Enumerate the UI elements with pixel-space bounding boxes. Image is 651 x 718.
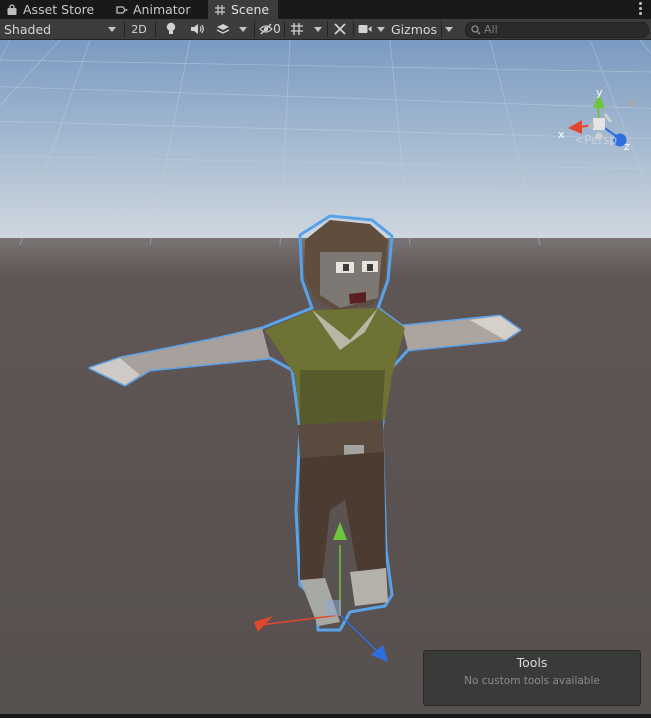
- hidden-count: 0: [273, 22, 281, 36]
- animator-icon: [116, 5, 128, 14]
- scene-grid-icon: [215, 4, 225, 15]
- speaker-icon: [191, 24, 204, 34]
- lighting-toggle[interactable]: [160, 19, 182, 39]
- effects-dropdown[interactable]: [211, 19, 251, 39]
- chevron-down-icon: [314, 26, 322, 32]
- toggle-2d-button[interactable]: 2D: [127, 19, 151, 39]
- layers-icon: [216, 24, 229, 34]
- grid-options-dropdown[interactable]: [310, 19, 326, 39]
- hidden-objects-toggle[interactable]: 0: [257, 19, 283, 39]
- search-field[interactable]: All: [465, 22, 649, 38]
- tools-overlay-panel[interactable]: Tools No custom tools available: [423, 650, 641, 706]
- lock-icon[interactable]: [629, 100, 635, 106]
- editor-tab-bar: Asset Store Animator Scene: [0, 0, 651, 19]
- chevron-left-icon: <: [574, 133, 585, 147]
- tab-animator[interactable]: Animator: [116, 0, 204, 19]
- character-model[interactable]: [0, 40, 651, 718]
- overlay-title: Tools: [516, 655, 548, 670]
- shading-mode-dropdown[interactable]: Shaded: [0, 19, 122, 39]
- more-options-icon[interactable]: [639, 2, 643, 16]
- scene-viewport[interactable]: y x z: [0, 40, 651, 718]
- tools-icon: [334, 23, 346, 35]
- chevron-down-icon: [238, 26, 247, 32]
- grid-toggle[interactable]: [286, 19, 308, 39]
- bottom-border: [0, 714, 651, 718]
- tab-label: Asset Store: [23, 2, 95, 17]
- grid-icon: [291, 23, 303, 35]
- chevron-down-icon: [108, 26, 116, 32]
- tools-toggle[interactable]: [329, 19, 351, 39]
- projection-label: Persp: [584, 133, 618, 147]
- axis-label-x: x: [558, 128, 565, 141]
- camera-dropdown[interactable]: [355, 19, 387, 39]
- tab-label: Animator: [133, 2, 191, 17]
- camera-icon: [358, 25, 371, 33]
- axis-label-y: y: [596, 86, 603, 99]
- shopping-bag-icon: [7, 3, 17, 15]
- chevron-down-icon: [445, 26, 453, 32]
- tab-asset-store[interactable]: Asset Store: [6, 0, 110, 19]
- toggle-2d-label: 2D: [131, 22, 147, 36]
- lightbulb-icon: [166, 22, 176, 34]
- audio-toggle[interactable]: [186, 19, 208, 39]
- axis-label-z: z: [624, 140, 630, 153]
- gizmos-dropdown[interactable]: Gizmos: [389, 19, 457, 39]
- shading-mode-value: Shaded: [4, 21, 52, 37]
- overlay-message: No custom tools available: [464, 675, 600, 687]
- tab-scene[interactable]: Scene: [208, 0, 278, 19]
- projection-toggle[interactable]: <Persp: [574, 133, 617, 147]
- search-placeholder: All: [484, 23, 498, 36]
- chevron-down-icon: [376, 26, 385, 32]
- tab-label: Scene: [231, 2, 270, 17]
- search-icon: [471, 25, 481, 35]
- gizmos-label: Gizmos: [391, 21, 438, 37]
- eye-off-icon: [259, 23, 274, 35]
